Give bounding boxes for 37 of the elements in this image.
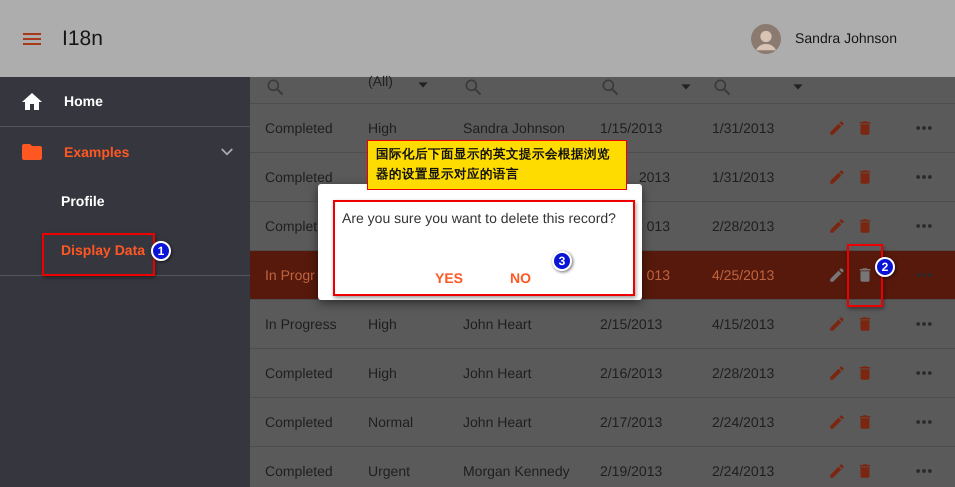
table-cell-text: John Heart	[463, 364, 532, 382]
table-cell-text: Completed	[265, 118, 333, 138]
table-cell-text: John Heart	[463, 412, 532, 432]
table-cell-text: High	[368, 364, 397, 383]
table-cell-text: 1/31/2013	[712, 118, 774, 138]
table-cell-text: Complet	[265, 216, 318, 236]
table-cell-text: 2/17/2013	[600, 412, 662, 432]
table-cell-text: 1/31/2013	[712, 168, 774, 186]
table-cell-text: High	[368, 118, 397, 138]
table-cell-text: Morgan Kennedy	[463, 462, 570, 481]
app-title: I18n	[62, 26, 103, 52]
callout-note: 国际化后下面显示的英文提示会根据浏览器的设置显示对应的语言	[367, 140, 627, 190]
dialog-message: Are you sure you want to delete this record?	[342, 209, 616, 228]
table-cell-text: In Progress	[265, 314, 337, 334]
table-cell-text: Normal	[368, 412, 414, 432]
table-cell-text: John Heart	[463, 314, 532, 334]
table-cell-text: 013	[646, 266, 670, 284]
table-cell-text: High	[368, 314, 397, 334]
table-cell-text: 4/25/2013	[712, 266, 774, 284]
table-cell-text: Completed	[265, 462, 333, 481]
table-cell-text: 2/19/2013	[600, 462, 662, 480]
table-cell-text: In Progr	[265, 266, 315, 285]
table-cell-text: 013	[646, 216, 670, 236]
table-cell-text: Completed	[265, 168, 333, 187]
table-cell-text: Sandra Johnson	[463, 118, 565, 138]
table-cell-text: Completed	[265, 364, 333, 383]
table-cell-text: 4/15/2013	[712, 314, 774, 334]
table-cell-text: 2/24/2013	[712, 462, 774, 480]
table-cell-text: Urgent	[368, 462, 410, 481]
table-cell-text: 2013	[638, 168, 670, 186]
table-cell-text: 2/28/2013	[712, 364, 774, 382]
table-cell-text: 2/15/2013	[600, 314, 662, 334]
table-cell-text: 1/15/2013	[600, 118, 662, 138]
table-cell-text: 2/16/2013	[600, 364, 662, 382]
table-cell-text: Completed	[265, 412, 333, 432]
table-cell-text: 2/24/2013	[712, 412, 774, 432]
table-cell-text: 2/28/2013	[712, 216, 774, 236]
